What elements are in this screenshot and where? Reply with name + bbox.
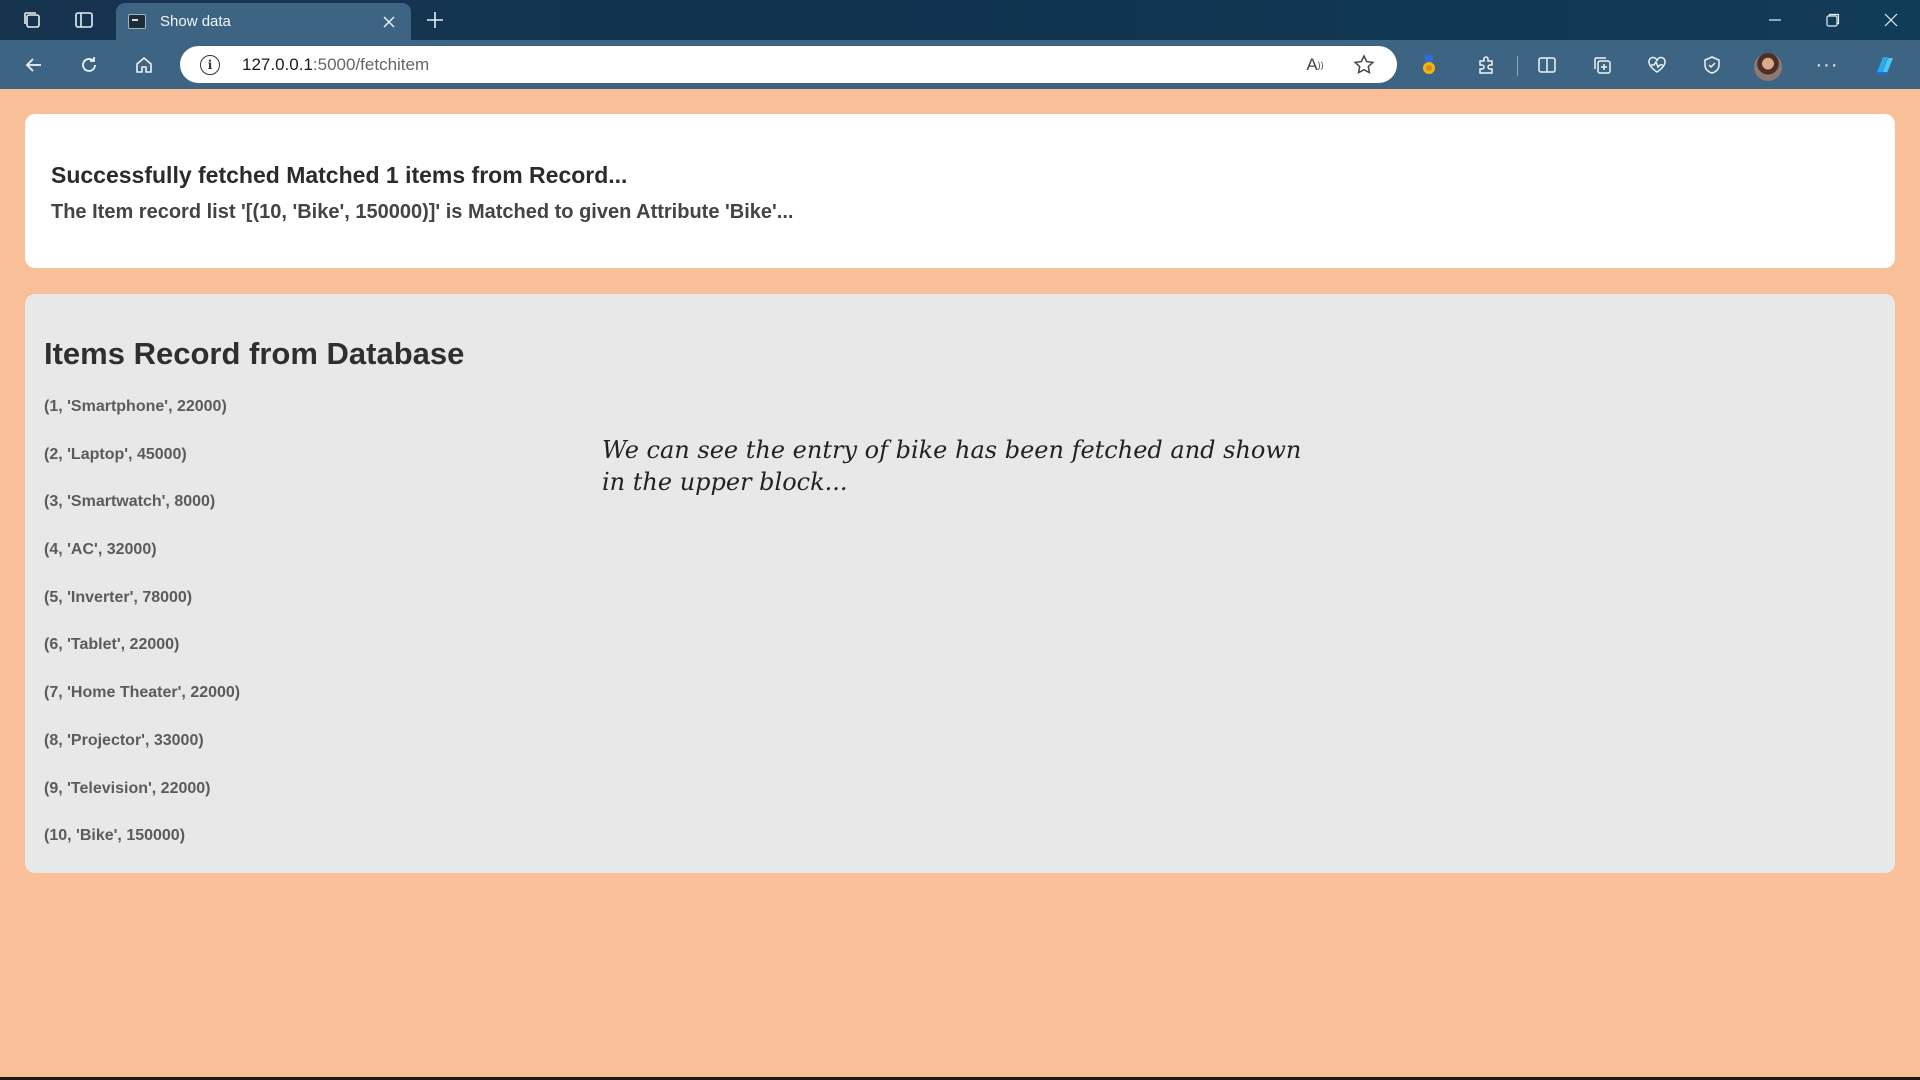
close-tab-icon[interactable] [379,12,399,32]
heart-pulse-icon[interactable] [1642,50,1672,80]
address-url[interactable]: 127.0.0.1:5000/fetchitem [242,55,429,75]
record-item: (6, 'Tablet', 22000) [44,636,180,654]
records-heading: Items Record from Database [44,336,465,371]
record-item: (2, 'Laptop', 45000) [44,445,187,463]
records-list: (1, 'Smartphone', 22000) (2, 'Laptop', 4… [44,398,240,875]
read-aloud-icon[interactable]: A)) [1301,53,1329,77]
new-tab-icon[interactable] [420,6,450,34]
star-icon[interactable] [1350,53,1378,77]
terminal-favicon-icon [128,14,146,29]
result-detail: The Item record list '[(10, 'Bike', 1500… [51,201,794,223]
record-item: (4, 'AC', 32000) [44,541,157,559]
fetch-result-card: Successfully fetched Matched 1 items fro… [25,114,1895,268]
restore-button[interactable] [1804,0,1862,40]
record-item: (7, 'Home Theater', 22000) [44,684,241,702]
tab-title: Show data [160,13,231,30]
record-item: (5, 'Inverter', 78000) [44,588,193,606]
record-item: (10, 'Bike', 150000) [44,827,186,845]
workspaces-icon[interactable] [16,6,48,34]
browser-title-bar: Show data [0,0,1920,40]
record-item: (1, 'Smartphone', 22000) [44,398,227,415]
records-card: Items Record from Database (1, 'Smartpho… [25,294,1895,873]
result-title: Successfully fetched Matched 1 items fro… [51,162,628,188]
back-arrow-icon[interactable] [16,48,52,82]
more-icon[interactable]: ··· [1812,50,1842,80]
record-item: (8, 'Projector', 33000) [44,731,204,749]
tab-show-data[interactable]: Show data [116,3,411,40]
annotation-note: We can see the entry of bike has been fe… [602,436,1302,496]
site-info-icon[interactable]: i [200,55,220,75]
home-icon[interactable] [126,48,162,82]
browser-toolbar: i 127.0.0.1:5000/fetchitem A)) ··· [0,40,1920,89]
record-item: (9, 'Television', 22000) [44,779,211,797]
close-window-button[interactable] [1862,0,1920,40]
medal-extension-icon[interactable] [1414,50,1444,80]
copilot-icon[interactable] [1870,50,1900,80]
split-screen-icon[interactable] [1532,50,1562,80]
url-host: 127.0.0.1 [242,55,313,74]
url-path: :5000/fetchitem [312,55,430,74]
minimize-button[interactable] [1746,0,1804,40]
tab-actions-icon[interactable] [68,6,100,34]
address-bar[interactable]: i 127.0.0.1:5000/fetchitem A)) [180,46,1397,83]
toolbar-divider [1517,56,1518,76]
record-item: (3, 'Smartwatch', 8000) [44,493,216,511]
collections-icon[interactable] [1587,50,1617,80]
refresh-icon[interactable] [71,48,107,82]
profile-avatar[interactable] [1754,53,1782,81]
puzzle-icon[interactable] [1471,50,1501,80]
shield-icon[interactable] [1697,50,1727,80]
